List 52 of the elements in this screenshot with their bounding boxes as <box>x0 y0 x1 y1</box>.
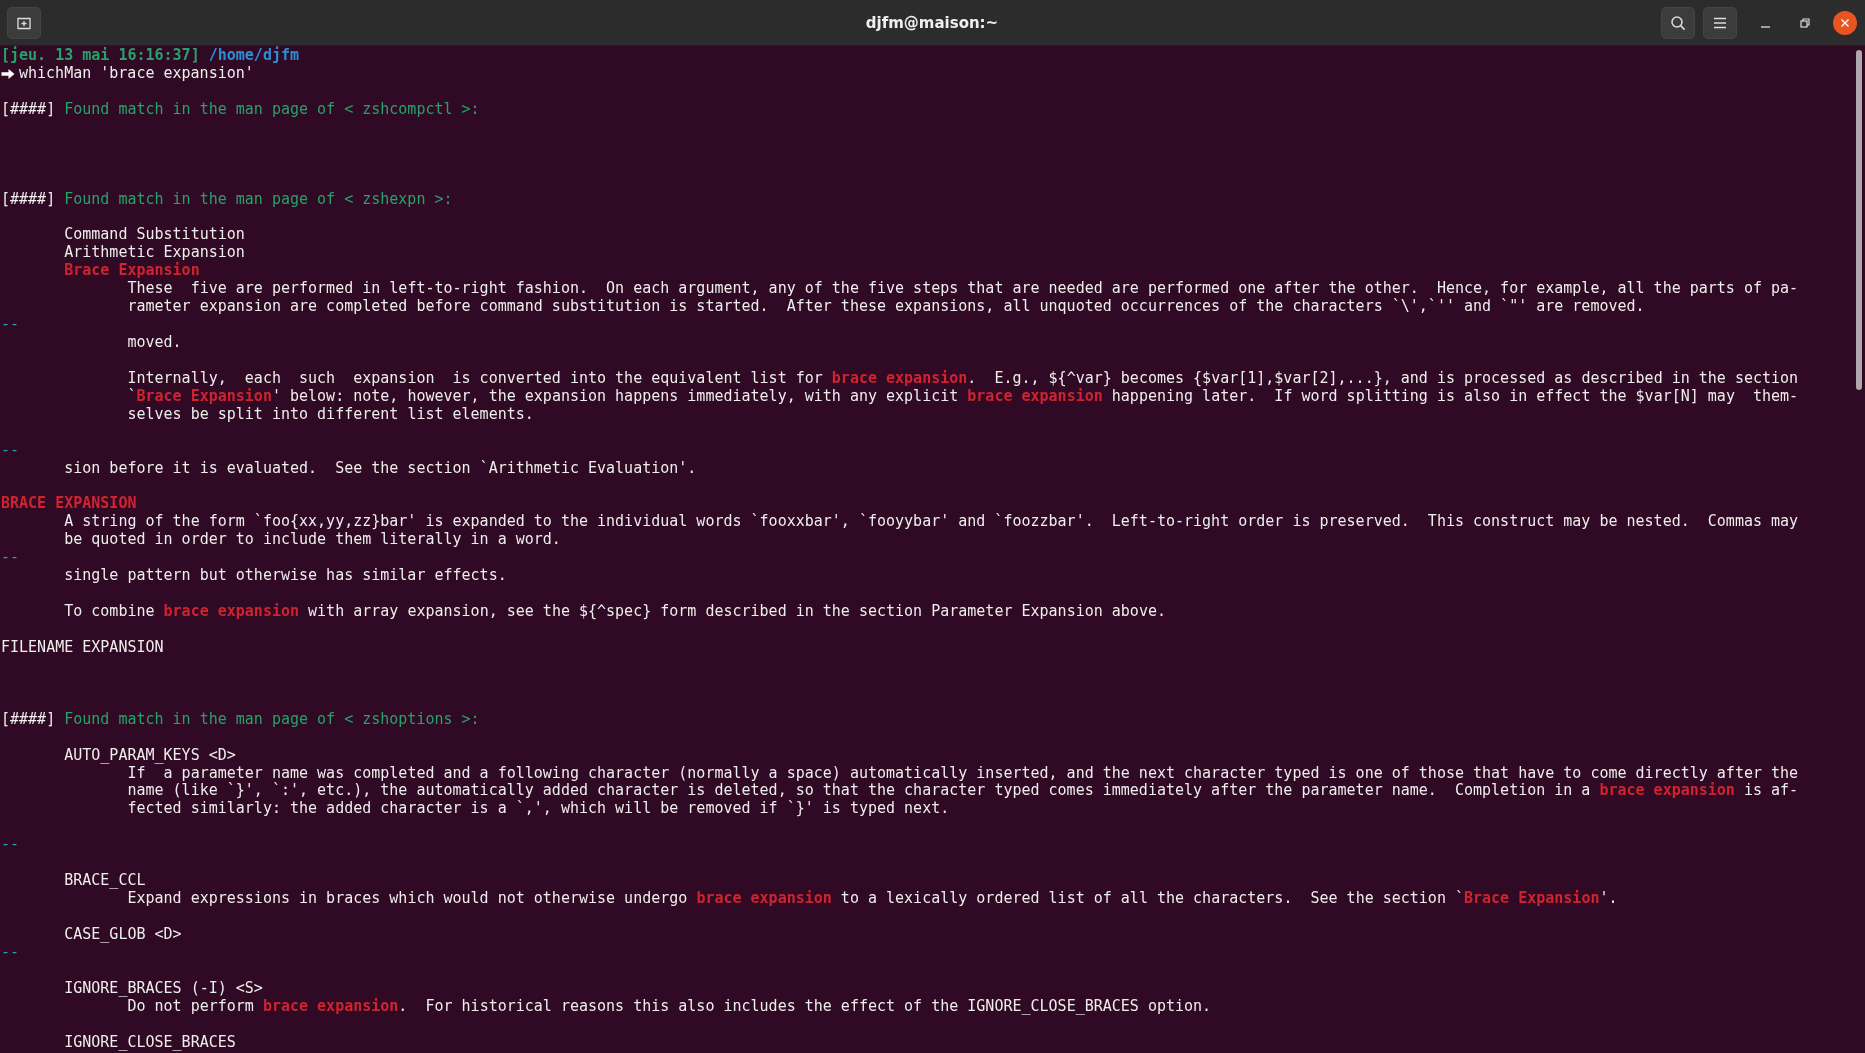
separator-mark: -- <box>1 441 20 460</box>
match-marker: [####] <box>1 710 56 729</box>
output-line: `Brace Expansion' below: note, however, the expansion happens immediately, with any explicit brace expansion happening later. If word splitting is also in effect the $var[N] may them- <box>127 387 1799 406</box>
minimize-icon <box>1760 25 1770 28</box>
output-line: sion before it is evaluated. See the section `Arithmetic Evaluation'. <box>64 459 697 478</box>
match-marker: [####] <box>1 100 56 119</box>
output-line: rameter expansion are completed before command substitution is started. After these expansions, all unquoted occurrences of the characters `\',`'' and `"' are removed. <box>127 298 1645 317</box>
separator-mark: -- <box>1 549 20 568</box>
output-line: IGNORE_CLOSE_BRACES <box>64 1033 236 1052</box>
scrollbar-thumb[interactable] <box>1856 50 1862 390</box>
close-button[interactable] <box>1833 10 1857 35</box>
prompt-timestamp: [jeu. 13 mai 16:16:37] <box>1 47 200 65</box>
output-line: If a parameter name was completed and a following character (normally a space) automatically inserted, and the next character typed is one of those that have to come directly after the <box>127 764 1799 782</box>
menu-icon <box>1713 16 1727 29</box>
restore-icon <box>1800 17 1810 28</box>
new-tab-button[interactable] <box>7 6 41 39</box>
search-icon <box>1670 14 1686 31</box>
output-line: name (like `}', `:', etc.), the automatically added character is deleted, so that the character typed comes immediately after the parameter name. Completion in a brace expansion is af- <box>127 782 1799 800</box>
output-line: BRACE EXPANSION <box>1 495 137 514</box>
search-button[interactable] <box>1661 6 1695 39</box>
separator-mark: -- <box>1 943 20 962</box>
menu-button[interactable] <box>1703 6 1737 39</box>
output-line: single pattern but otherwise has similar effects. <box>64 567 507 586</box>
output-line: fected similarly: the added character is a `,', which will be removed if `}' is typed next. <box>127 800 950 819</box>
output-line: moved. <box>127 334 182 352</box>
window-title: djfm@maison:~ <box>864 13 1000 32</box>
prompt-path: /home/djfm <box>208 47 299 65</box>
output-line: BRACE_CCL <box>64 872 146 891</box>
output-line: AUTO_PARAM_KEYS <D> <box>64 746 236 765</box>
command-text: whichMan 'brace expansion' <box>19 64 254 83</box>
match-header: Found match in the man page of < zshcompctl >: <box>64 100 480 119</box>
arrow-icon <box>1 67 15 80</box>
output-line: selves be split into different list elements. <box>127 405 534 424</box>
separator-mark: -- <box>1 836 20 855</box>
output-line: A string of the form `foo{xx,yy,zz}bar' is expanded to the individual words `fooxxbar', `fooyybar' and `foozzbar'. Left-to-right order is preserved. This construct may be nested. Commas may <box>64 513 1799 532</box>
output-line: Command Substitution <box>64 226 245 245</box>
match-header: Found match in the man page of < zshoptions >: <box>64 710 480 729</box>
output-line: Internally, each such expansion is converted into the equivalent list for brace expansion. E.g., ${^var} becomes {$var[1],$var[2],...}, and is processed as described in the section <box>127 369 1799 388</box>
output-line: CASE_GLOB <D> <box>64 925 182 944</box>
match-header: Found match in the man page of < zshexpn >: <box>64 190 453 209</box>
output-line: These five are performed in left-to-right fashion. On each argument, any of the five steps that are needed are performed one after the other. Hence, for example, all the parts of pa- <box>127 280 1799 298</box>
output-line: To combine brace expansion with array expansion, see the ${^spec} form described in the section Parameter Expansion above. <box>64 603 1166 621</box>
match-marker: [####] <box>1 190 56 209</box>
output-line: IGNORE_BRACES (-I) <S> <box>64 979 263 998</box>
output-line: be quoted in order to include them literally in a word. <box>64 531 561 550</box>
output-line: FILENAME EXPANSION <box>1 638 164 657</box>
separator-mark: -- <box>1 316 20 334</box>
output-line: Do not perform brace expansion. For historical reasons this also includes the effect of the IGNORE_CLOSE_BRACES option. <box>127 997 1212 1016</box>
close-icon <box>1840 17 1850 28</box>
output-line: Expand expressions in braces which would not otherwise undergo brace expansion to a lexically ordered list of all the characters. See the section `Brace Expansion'. <box>127 890 1618 908</box>
output-line: Arithmetic Expansion <box>64 244 245 262</box>
output-line: Brace Expansion <box>64 262 200 281</box>
